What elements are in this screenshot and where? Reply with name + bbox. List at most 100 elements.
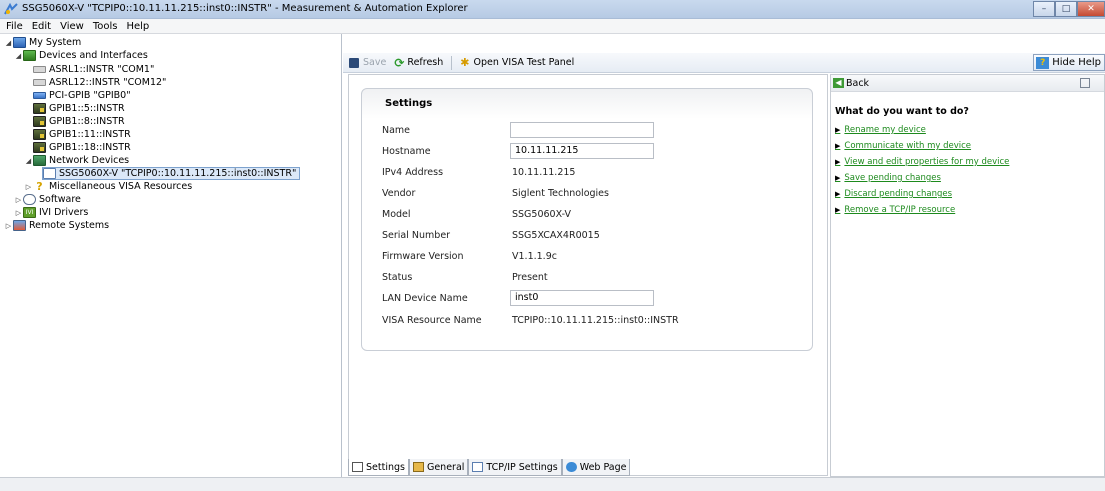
minimize-button[interactable]: – — [1033, 1, 1055, 17]
configuration-tree[interactable]: ◢ My System ◢ Devices and Interfaces ASR… — [0, 34, 342, 477]
tree-item-label: PCI-GPIB "GPIB0" — [49, 90, 131, 101]
help-link-label: View and edit properties for my device — [844, 157, 1010, 167]
help-link-rename[interactable]: ▶ Rename my device — [835, 125, 926, 135]
tree-item-gpib11[interactable]: GPIB1::11::INSTR — [33, 128, 131, 141]
save-icon — [349, 57, 359, 68]
serial-value: SSG5XCAX4R0015 — [512, 229, 600, 241]
close-button[interactable]: ✕ — [1077, 1, 1105, 17]
tab-general[interactable]: General — [408, 459, 469, 476]
settings-panel: Settings Name Hostname 10.11.11.215 IPv4… — [348, 74, 828, 476]
tree-item-label: IVI Drivers — [39, 207, 89, 218]
tab-label: Web Page — [579, 461, 627, 473]
tree-item-label: Devices and Interfaces — [39, 50, 148, 61]
tab-web-page[interactable]: Web Page — [561, 459, 631, 476]
refresh-icon: ⟳ — [394, 55, 405, 70]
serial-label: Serial Number — [382, 229, 451, 241]
tree-item-label: GPIB1::18::INSTR — [49, 142, 131, 153]
expanded-arrow-icon[interactable]: ◢ — [24, 157, 33, 165]
tree-item-software[interactable]: ▷ Software — [14, 193, 81, 206]
hostname-field[interactable]: 10.11.11.215 — [510, 143, 654, 159]
tree-item-pci-gpib[interactable]: PCI-GPIB "GPIB0" — [33, 89, 131, 102]
gpib-instrument-icon — [33, 103, 46, 114]
hide-help-button[interactable]: ? Hide Help — [1033, 54, 1105, 71]
open-visa-test-panel-button[interactable]: ✱ Open VISA Test Panel — [460, 56, 574, 69]
settings-tab-icon — [352, 462, 363, 472]
collapsed-arrow-icon[interactable]: ▷ — [14, 196, 23, 204]
general-tab-icon — [412, 462, 424, 472]
tree-item-label: Software — [39, 194, 81, 205]
serial-row: Serial Number SSG5XCAX4R0015 — [382, 227, 600, 243]
refresh-button[interactable]: ⟳ Refresh — [394, 56, 443, 70]
save-button[interactable]: Save — [349, 57, 386, 68]
lan-device-name-field[interactable]: inst0 — [510, 290, 654, 306]
toolbar-separator — [451, 55, 453, 70]
help-link-view-edit[interactable]: ▶ View and edit properties for my device — [835, 157, 1009, 167]
title-bar: SSG5060X-V "TCPIP0::10.11.11.215::inst0:… — [0, 0, 1105, 19]
tree-item-gpib5[interactable]: GPIB1::5::INSTR — [33, 102, 125, 115]
hostname-row: Hostname 10.11.11.215 — [382, 143, 654, 159]
tab-label: TCP/IP Settings — [486, 461, 558, 473]
help-link-label: Rename my device — [844, 125, 926, 135]
tree-item-asrl1[interactable]: ASRL1::INSTR "COM1" — [33, 63, 154, 76]
firmware-row: Firmware Version V1.1.1.9c — [382, 248, 557, 264]
gpib-instrument-icon — [33, 116, 46, 127]
network-icon — [33, 155, 46, 166]
help-link-remove[interactable]: ▶ Remove a TCP/IP resource — [835, 205, 955, 215]
devices-icon — [23, 50, 36, 61]
question-mark-icon: ? — [36, 180, 43, 193]
collapsed-arrow-icon[interactable]: ▷ — [24, 183, 33, 191]
bullet-arrow-icon: ▶ — [835, 206, 841, 214]
tree-item-gpib8[interactable]: GPIB1::8::INSTR — [33, 115, 125, 128]
back-button[interactable]: ◀ Back — [833, 78, 869, 89]
ipv4-row: IPv4 Address 10.11.11.215 — [382, 164, 575, 180]
model-value: SSG5060X-V — [512, 208, 572, 220]
visa-resource-row: VISA Resource Name TCPIP0::10.11.11.215:… — [382, 312, 679, 328]
menu-file[interactable]: File — [6, 21, 23, 32]
tree-item-asrl12[interactable]: ASRL12::INSTR "COM12" — [33, 76, 166, 89]
hide-help-label: Hide Help — [1052, 57, 1101, 68]
menu-bar: File Edit View Tools Help — [0, 19, 1105, 34]
tree-item-remote-systems[interactable]: ▷ Remote Systems — [4, 219, 109, 232]
pane-options-icon[interactable] — [1080, 78, 1090, 88]
tree-item-misc-visa[interactable]: ▷ ? Miscellaneous VISA Resources — [24, 180, 192, 193]
expanded-arrow-icon[interactable]: ◢ — [14, 52, 23, 60]
menu-edit[interactable]: Edit — [32, 21, 51, 32]
vendor-row: Vendor Siglent Technologies — [382, 185, 609, 201]
help-icon: ? — [1036, 56, 1050, 69]
menu-help[interactable]: Help — [126, 21, 149, 32]
help-link-communicate[interactable]: ▶ Communicate with my device — [835, 141, 971, 151]
name-field[interactable] — [510, 122, 654, 138]
name-row: Name — [382, 122, 654, 138]
lan-device-name-label: LAN Device Name — [382, 292, 468, 304]
remote-systems-icon — [13, 220, 26, 231]
help-link-discard[interactable]: ▶ Discard pending changes — [835, 189, 952, 199]
menu-view[interactable]: View — [60, 21, 84, 32]
tree-item-devices-and-interfaces[interactable]: ◢ Devices and Interfaces — [14, 49, 148, 62]
maximize-button[interactable]: □ — [1055, 1, 1077, 17]
tab-tcpip-settings[interactable]: TCP/IP Settings — [468, 459, 562, 476]
tree-item-gpib18[interactable]: GPIB1::18::INSTR — [33, 141, 131, 154]
help-link-save[interactable]: ▶ Save pending changes — [835, 173, 941, 183]
tab-settings[interactable]: Settings — [348, 459, 409, 476]
hostname-label: Hostname — [382, 145, 431, 157]
status-label: Status — [382, 271, 413, 283]
bullet-arrow-icon: ▶ — [835, 158, 841, 166]
tree-item-network-devices[interactable]: ◢ Network Devices — [24, 154, 129, 167]
lan-tab-icon — [472, 462, 484, 472]
tab-bar: Settings General TCP/IP Settings Web Pag… — [348, 459, 631, 476]
help-link-label: Save pending changes — [844, 173, 941, 183]
status-bar — [0, 477, 1105, 491]
tree-item-my-system[interactable]: ◢ My System — [4, 36, 81, 49]
tree-item-label: Remote Systems — [29, 220, 110, 231]
collapsed-arrow-icon[interactable]: ▷ — [4, 222, 13, 230]
tree-item-selected-device[interactable]: SSG5060X-V "TCPIP0::10.11.11.215::inst0:… — [42, 167, 301, 180]
expanded-arrow-icon[interactable]: ◢ — [4, 39, 13, 47]
bullet-arrow-icon: ▶ — [835, 126, 841, 134]
visa-resource-value: TCPIP0::10.11.11.215::inst0::INSTR — [512, 314, 679, 326]
collapsed-arrow-icon[interactable]: ▷ — [14, 209, 23, 217]
menu-tools[interactable]: Tools — [93, 21, 118, 32]
lan-device-name-row: LAN Device Name inst0 — [382, 290, 654, 306]
refresh-label: Refresh — [407, 57, 444, 68]
tree-item-ivi-drivers[interactable]: ▷ IVI IVI Drivers — [14, 206, 88, 219]
tree-item-label: Miscellaneous VISA Resources — [49, 181, 193, 192]
